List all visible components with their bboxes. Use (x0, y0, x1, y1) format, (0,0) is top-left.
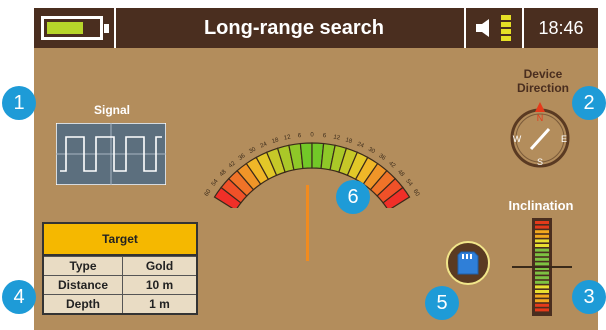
gauge-tick-label: 48 (396, 169, 405, 178)
signal-gauge: 6054484236302418 12 6 0 6 12 1824303642485460 (204, 133, 421, 208)
gauge-tick-label: 42 (387, 161, 396, 170)
signal-strength-icon (501, 15, 511, 43)
gauge-segment (299, 142, 313, 170)
gauge-tick-label: 6 (322, 133, 327, 139)
gauge-tick-label: 0 (310, 133, 314, 139)
battery-icon (41, 16, 109, 40)
inclination-segment (535, 221, 549, 224)
callout-badge-5: 5 (425, 286, 459, 320)
inclination-label: Inclination (508, 198, 574, 213)
compass-icon: N S W E (510, 102, 570, 168)
target-info-table: Target Type Gold Distance 10 m Depth 1 m (42, 222, 198, 315)
callout-badge-2: 2 (572, 86, 606, 120)
inclination-segment (535, 244, 549, 247)
gauge-tick-label: 30 (248, 146, 257, 155)
inclination-segment (535, 262, 549, 266)
inclination-segment (535, 230, 549, 234)
signal-waveform (56, 123, 166, 185)
gauge-tick-label: 6 (298, 133, 303, 139)
svg-text:N: N (537, 113, 544, 123)
inclination-segment (535, 253, 549, 257)
signal-label: Signal (94, 103, 131, 117)
gauge-tick-label: 12 (284, 134, 292, 141)
callout-badge-3: 3 (572, 280, 606, 314)
gauge-tick-label: 18 (345, 137, 354, 145)
inclination-segment (535, 290, 549, 293)
status-bar: Long-range search 18:46 (34, 8, 598, 48)
battery-fill (47, 22, 83, 34)
callout-badge-1: 1 (2, 86, 36, 120)
table-row: Depth 1 m (44, 294, 196, 313)
gauge-tick-label: 60 (412, 189, 421, 198)
sd-card-button[interactable] (446, 241, 490, 285)
gauge-tick-label: 30 (367, 147, 376, 156)
inclination-segment (535, 257, 549, 261)
gauge-tick-label: 42 (228, 160, 237, 169)
gauge-tick-label: 18 (271, 137, 280, 145)
inclination-segment (535, 308, 549, 312)
inclination-segment (535, 276, 549, 280)
device-direction-label: Device Direction (516, 67, 569, 95)
inclination-segment (535, 271, 549, 275)
gauge-tick-label: 24 (260, 141, 269, 149)
inclination-segment (535, 294, 549, 298)
inclination-segment (535, 299, 549, 303)
inclination-segment (535, 285, 549, 289)
inclination-segment (535, 239, 549, 243)
callout-badge-6: 6 (336, 180, 370, 214)
svg-text:E: E (561, 134, 567, 144)
sd-card-icon (457, 251, 479, 275)
svg-text:W: W (513, 134, 522, 144)
gauge-tick-label: 54 (211, 178, 220, 187)
inclination-segment (535, 248, 549, 252)
inclination-segment (535, 303, 549, 307)
inclination-segment (535, 225, 549, 229)
gauge-tick-label: 54 (404, 178, 413, 187)
table-row: Distance 10 m (44, 275, 196, 294)
clock: 18:46 (538, 18, 584, 38)
speaker-icon[interactable] (474, 18, 496, 38)
gauge-tick-label: 12 (333, 134, 341, 141)
callout-badge-4: 4 (2, 280, 36, 314)
table-row: Type Gold (44, 256, 196, 275)
target-heading: Target (44, 224, 196, 256)
svg-text:S: S (537, 157, 543, 167)
device-panel: Long-range search 18:46 Signal 60 54 48 42 3… (34, 8, 598, 330)
gauge-tick-label: 36 (377, 153, 386, 162)
gauge-tick-label: 24 (356, 141, 365, 149)
page-title: Long-range search (203, 17, 385, 39)
screen: Long-range search 18:46 Signal 60 54 48 42 3… (0, 0, 606, 330)
inclination-meter (512, 218, 572, 316)
gauge-tick-label: 36 (238, 153, 247, 162)
inclination-segment (535, 280, 549, 284)
gauge-tick-label: 60 (204, 188, 213, 197)
inclination-segment (535, 234, 549, 238)
gauge-needle (306, 185, 309, 261)
gauge-tick-label: 48 (219, 169, 228, 178)
